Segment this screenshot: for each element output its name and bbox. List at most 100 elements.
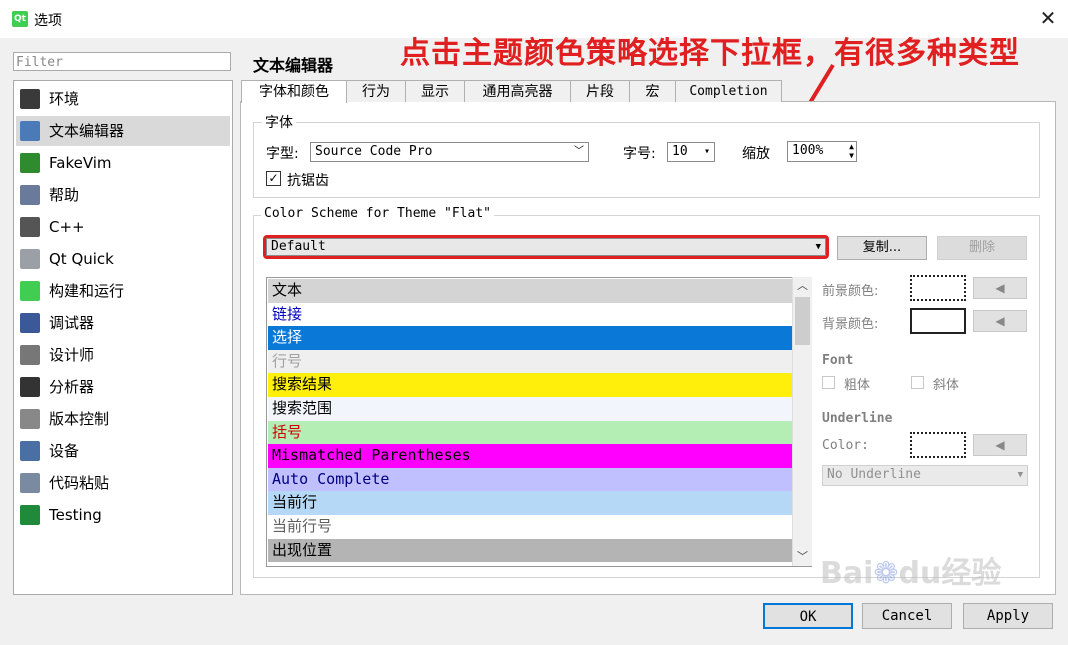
color-scheme-select[interactable]: Default ▼ [266,238,826,256]
delete-scheme-button[interactable]: 删除 [937,236,1027,260]
designer-icon [20,345,40,365]
scroll-thumb[interactable] [795,297,810,345]
underline-reset-button[interactable]: ◀ [973,434,1027,456]
scroll-down-icon[interactable]: ﹀ [793,548,812,566]
apply-button[interactable]: Apply [963,603,1053,629]
font-size-value: 10 [672,144,688,159]
scroll-up-icon[interactable]: ︿ [793,277,812,295]
debugger-icon [20,313,40,333]
scheme-list-item[interactable]: 当前行 [268,491,793,515]
help-icon [20,185,40,205]
tab-snippets[interactable]: 片段 [570,80,630,102]
devices-icon [20,441,40,461]
sidebar-item-label: 设备 [49,442,80,460]
font-size-select[interactable]: 10 ▾ [667,142,715,162]
sidebar-item[interactable]: 代码粘贴 [16,468,230,498]
list-scrollbar[interactable]: ︿ ﹀ [792,277,812,566]
foreground-color-swatch[interactable] [910,275,966,301]
sidebar-item[interactable]: 设计师 [16,340,230,370]
cancel-button[interactable]: Cancel [862,603,952,629]
sidebar-item-label: Testing [49,506,102,524]
arrow-left-icon: ◀ [995,281,1005,295]
foreground-reset-button[interactable]: ◀ [973,277,1027,299]
close-icon[interactable]: ✕ [1036,6,1060,30]
antialias-label: 抗锯齿 [287,173,329,189]
scheme-list-item[interactable]: 搜索结果 [268,373,793,397]
scheme-list-item[interactable]: 搜索范围 [268,397,793,421]
ok-button[interactable]: OK [763,603,853,629]
environment-icon [20,89,40,109]
scheme-list-item[interactable]: 括号 [268,420,793,445]
sidebar-item[interactable]: 文本编辑器 [16,116,230,146]
bold-checkbox[interactable] [822,376,835,389]
background-color-swatch[interactable] [910,308,966,334]
sidebar-item-label: 设计师 [49,346,95,364]
copy-scheme-button[interactable]: 复制... [837,236,927,260]
scheme-list-item[interactable]: Mismatched Parentheses [268,444,793,468]
sidebar-item-label: 环境 [49,90,80,108]
sidebar-item[interactable]: Qt Quick [16,244,230,274]
zoom-label: 缩放 [742,146,770,162]
build-run-icon [20,281,40,301]
sidebar-item-label: 文本编辑器 [49,122,125,140]
scheme-list-item[interactable]: 当前行号 [268,515,793,539]
tab-fonts-colors[interactable]: 字体和颜色 [241,80,347,103]
sidebar-item[interactable]: C++ [16,212,230,242]
scheme-list-item[interactable]: 行号 [268,349,793,374]
sidebar-item[interactable]: 版本控制 [16,404,230,434]
dropdown-arrow-icon: ▾ [703,146,710,157]
sidebar-item-label: C++ [49,218,85,236]
cpp-icon [20,217,40,237]
sidebar-item-label: FakeVim [49,154,112,172]
tab-macros[interactable]: 宏 [629,80,676,102]
analyzer-icon [20,377,40,397]
tab-generic-highlighter[interactable]: 通用高亮器 [464,80,571,102]
tab-display[interactable]: 显示 [405,80,465,102]
sidebar-item[interactable]: FakeVim [16,148,230,178]
foreground-label: 前景颜色: [822,284,879,299]
sidebar-item[interactable]: Testing [16,500,230,530]
scheme-item-list[interactable]: 文本 链接 选择 行号 搜索结果 搜索范围 括号 Mismatched Parentheses… [266,277,812,567]
sidebar-item-label: Qt Quick [49,250,114,268]
sidebar-item-label: 版本控制 [49,410,110,428]
tab-behavior[interactable]: 行为 [346,80,406,102]
sidebar-item-label: 分析器 [49,378,95,396]
scheme-list-item[interactable]: 出现位置 [268,538,793,563]
code-paste-icon [20,473,40,493]
background-reset-button[interactable]: ◀ [973,310,1027,332]
zoom-spinbox[interactable]: 100% ▲ ▼ [787,141,857,162]
tab-completion[interactable]: Completion [675,80,782,102]
bold-label: 粗体 [844,378,871,393]
font-family-value: Source Code Pro [315,144,433,159]
sidebar-item[interactable]: 设备 [16,436,230,466]
dropdown-arrow-icon: ▼ [815,242,821,252]
scheme-list-item[interactable]: 链接 [268,302,793,327]
fakevim-icon [20,153,40,173]
spin-arrows-icon[interactable]: ▲ ▼ [849,142,854,160]
scheme-list-item[interactable]: 文本 [268,279,793,303]
sidebar-item[interactable]: 环境 [16,84,230,114]
sidebar-item-label: 帮助 [49,186,80,204]
arrow-left-icon: ◀ [995,438,1005,452]
sidebar-item[interactable]: 构建和运行 [16,276,230,306]
sidebar-item[interactable]: 调试器 [16,308,230,338]
scheme-list-item[interactable]: 选择 [268,326,793,350]
underline-section-label: Underline [822,411,893,426]
filter-input[interactable]: Filter [13,52,231,71]
qt-quick-icon [20,249,40,269]
category-list: 环境文本编辑器 FakeVim 帮助 C++ Qt Quick 构建和运行 调试器设计师分析… [13,80,233,595]
antialias-checkbox[interactable]: ✓ [266,171,281,186]
color-scheme-value: Default [271,239,326,254]
sidebar-item[interactable]: 帮助 [16,180,230,210]
sidebar-item[interactable]: 分析器 [16,372,230,402]
watermark-logo: Bai❁du经验 [820,556,1002,591]
italic-checkbox[interactable] [911,376,924,389]
font-family-select[interactable]: Source Code Pro ﹀ [310,142,589,162]
underline-style-select[interactable]: No Underline ▼ [822,465,1028,486]
page-title: 文本编辑器 [253,56,334,75]
font-section-label: Font [822,353,854,368]
italic-label: 斜体 [933,378,960,393]
scheme-list-item[interactable]: Auto Complete [268,467,793,492]
underline-color-swatch[interactable] [910,432,966,458]
underline-color-label: Color: [822,438,869,453]
